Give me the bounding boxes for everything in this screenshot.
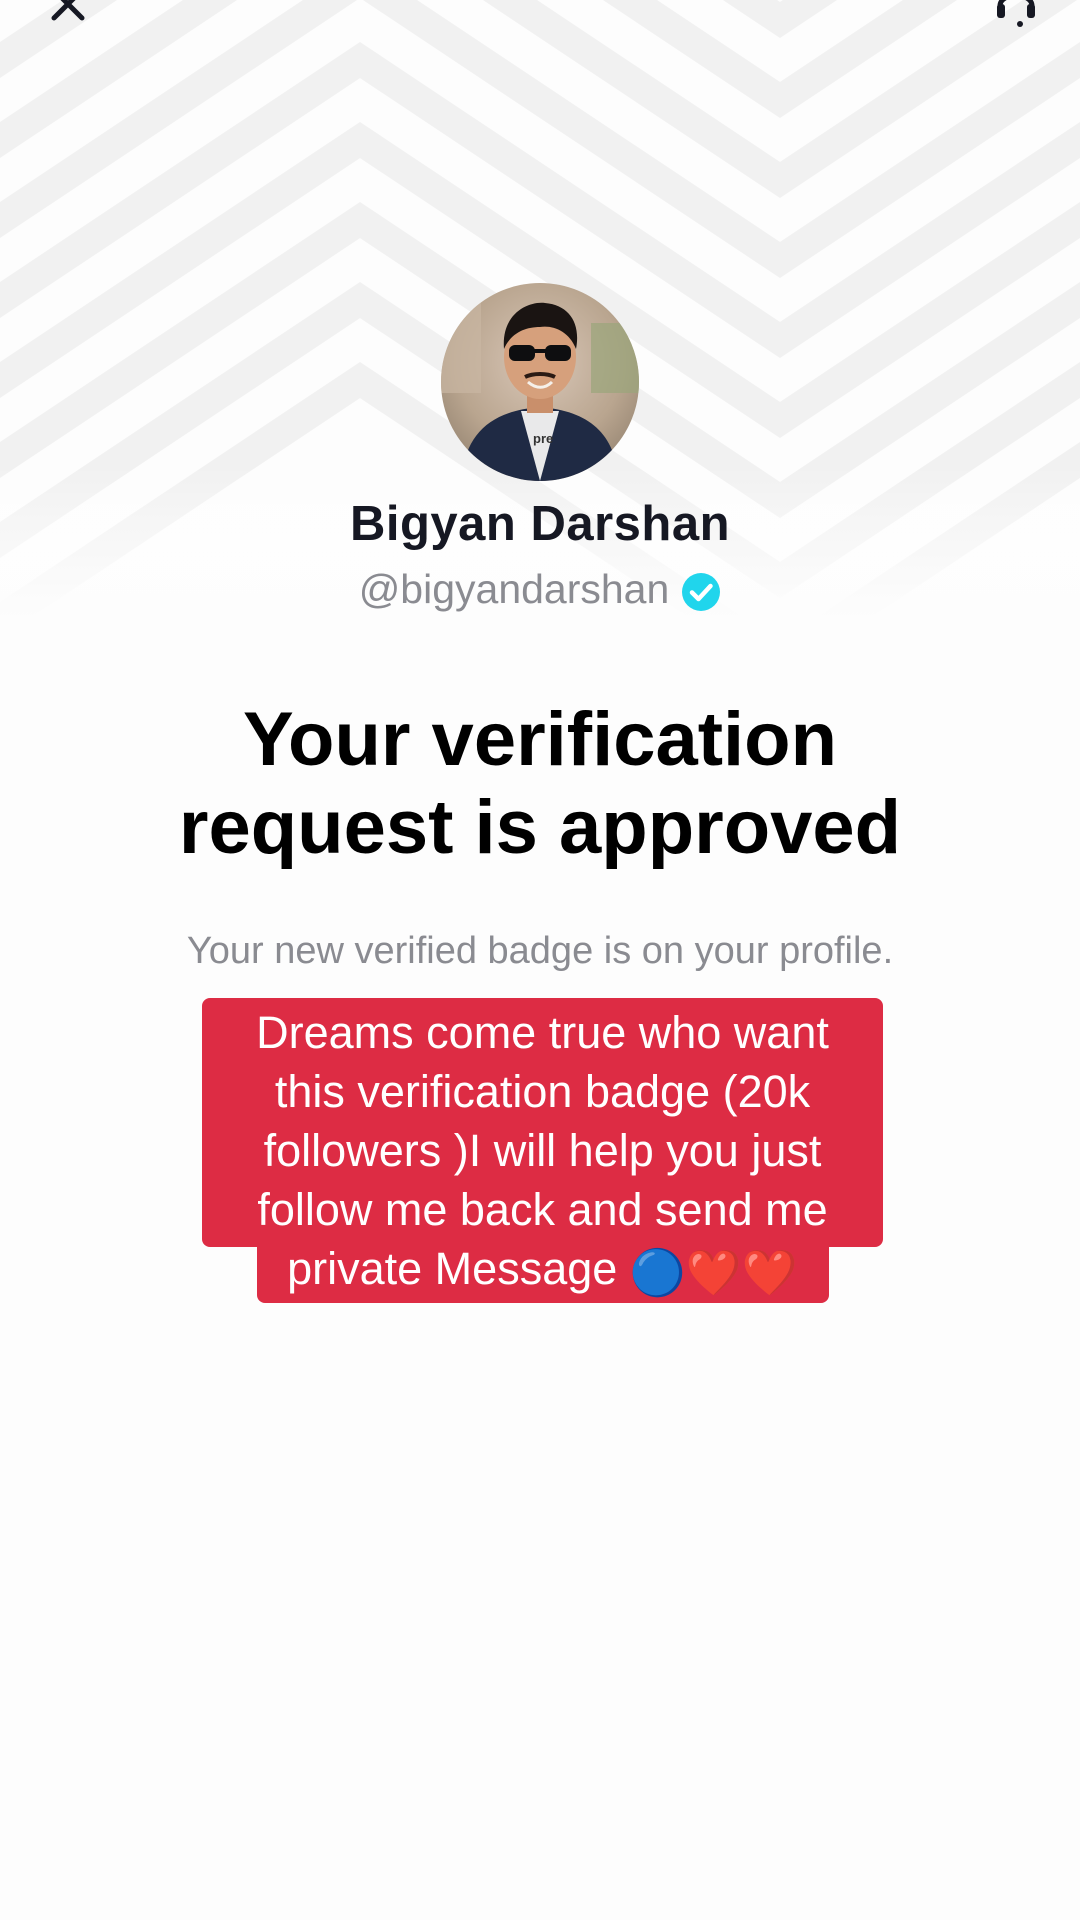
caption-line-5-text: private Message (287, 1243, 618, 1294)
close-button[interactable] (40, 0, 96, 32)
caption-line-4: follow me back and send me (257, 1184, 828, 1235)
headline-line-1: Your verification (242, 697, 838, 782)
username-handle: @bigyandarshan (358, 566, 670, 612)
headline-line-2: request is approved (178, 785, 902, 870)
verified-check-icon (682, 572, 721, 611)
approval-subtext: Your new verified badge is on your profi… (186, 930, 894, 972)
close-icon (51, 0, 85, 21)
svg-text:pre: pre (533, 431, 553, 446)
handle-row: @bigyandarshan (0, 566, 1080, 613)
caption-line-5: private Message 🔵❤️❤️ (202, 1239, 883, 1302)
caption-emojis: 🔵❤️❤️ (629, 1246, 798, 1298)
support-button[interactable] (988, 0, 1044, 32)
caption-line-2: this verification badge (20k (274, 1066, 811, 1117)
top-bar (0, 0, 1080, 40)
display-name: Bigyan Darshan (349, 497, 731, 551)
caption-line-1: Dreams come true who want (256, 1007, 829, 1058)
video-caption: Dreams come true who want this verificat… (202, 1003, 883, 1302)
avatar: pre (441, 283, 639, 481)
approval-headline: Your verification request is approved (0, 696, 1080, 872)
support-icon (997, 0, 1035, 27)
caption-line-3: followers )I will help you just (263, 1125, 822, 1176)
